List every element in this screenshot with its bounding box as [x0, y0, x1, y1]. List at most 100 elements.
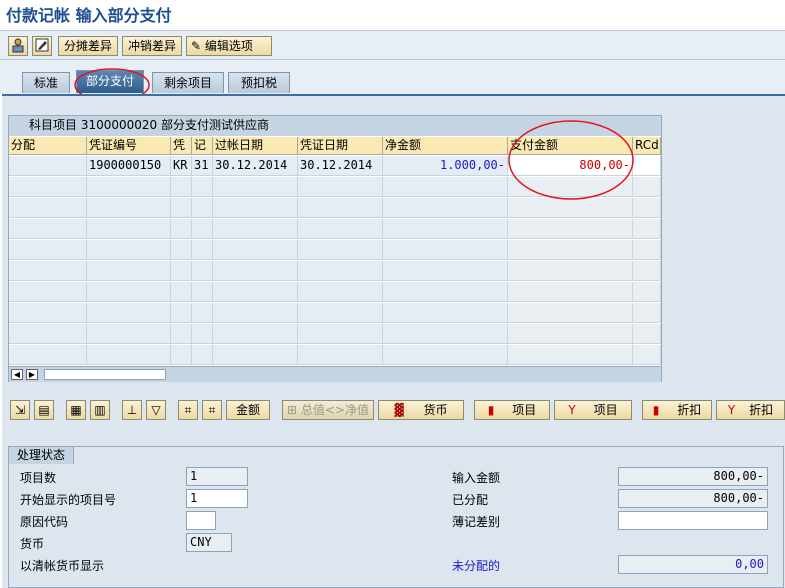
empty-cell[interactable]: [171, 303, 192, 323]
discount-button-2[interactable]: Y 折扣: [716, 400, 785, 420]
col-header-posting-key[interactable]: 记: [192, 137, 213, 155]
empty-cell[interactable]: [508, 282, 633, 302]
empty-cell[interactable]: [508, 324, 633, 344]
empty-cell[interactable]: [87, 219, 171, 239]
horizontal-scrollbar[interactable]: ◀ ▶: [9, 366, 661, 382]
find-next-button[interactable]: ⌗: [202, 400, 222, 420]
empty-cell[interactable]: [383, 282, 508, 302]
empty-cell[interactable]: [213, 261, 298, 281]
col-header-net-amount[interactable]: 净金额: [383, 137, 508, 155]
empty-cell[interactable]: [633, 324, 661, 344]
empty-cell[interactable]: [508, 240, 633, 260]
empty-cell[interactable]: [87, 345, 171, 365]
col-header-posting-date[interactable]: 过帐日期: [213, 137, 298, 155]
empty-cell[interactable]: [213, 177, 298, 197]
deactivate-button[interactable]: ▥: [90, 400, 110, 420]
empty-cell[interactable]: [298, 282, 383, 302]
cell-doc-date[interactable]: 30.12.2014: [298, 156, 383, 176]
reason-code-field[interactable]: [186, 511, 216, 530]
empty-cell[interactable]: [192, 261, 213, 281]
empty-cell[interactable]: [633, 240, 661, 260]
empty-cell[interactable]: [383, 198, 508, 218]
empty-cell[interactable]: [171, 345, 192, 365]
cell-posting-date[interactable]: 30.12.2014: [213, 156, 298, 176]
empty-cell[interactable]: [171, 240, 192, 260]
empty-cell[interactable]: [298, 303, 383, 323]
find-button[interactable]: ⌗: [178, 400, 198, 420]
scroll-thumb[interactable]: [44, 369, 166, 380]
edit-options-button[interactable]: ✎ 编辑选项: [186, 36, 272, 56]
discount-button-1[interactable]: ▮ 折扣: [642, 400, 712, 420]
empty-cell[interactable]: [298, 345, 383, 365]
empty-cell[interactable]: [192, 240, 213, 260]
col-header-doc-date[interactable]: 凭证日期: [298, 137, 383, 155]
items-button-2[interactable]: Y 项目: [554, 400, 632, 420]
detail-button[interactable]: ▤: [34, 400, 54, 420]
empty-cell[interactable]: [213, 219, 298, 239]
tab-withholding-tax[interactable]: 预扣税: [228, 72, 290, 93]
empty-cell[interactable]: [192, 177, 213, 197]
empty-cell[interactable]: [87, 177, 171, 197]
empty-cell[interactable]: [383, 261, 508, 281]
gross-net-button[interactable]: ⊞ 总值<>净值: [282, 400, 374, 420]
empty-cell[interactable]: [383, 345, 508, 365]
scroll-left-icon[interactable]: ◀: [11, 369, 23, 380]
cell-assignment[interactable]: [9, 156, 87, 176]
empty-cell[interactable]: [87, 282, 171, 302]
empty-cell[interactable]: [383, 240, 508, 260]
empty-cell[interactable]: [213, 303, 298, 323]
empty-cell[interactable]: [633, 198, 661, 218]
empty-cell[interactable]: [192, 303, 213, 323]
cell-reason-code[interactable]: [633, 156, 661, 176]
empty-cell[interactable]: [9, 261, 87, 281]
col-header-doc-type[interactable]: 凭: [171, 137, 192, 155]
empty-cell[interactable]: [298, 198, 383, 218]
empty-cell[interactable]: [171, 219, 192, 239]
edit-icon-button[interactable]: [32, 36, 52, 56]
empty-cell[interactable]: [213, 240, 298, 260]
empty-cell[interactable]: [192, 219, 213, 239]
empty-cell[interactable]: [298, 219, 383, 239]
sort-button[interactable]: ⊥: [122, 400, 142, 420]
split-difference-button[interactable]: 分摊差异: [58, 36, 118, 56]
posting-difference-field[interactable]: [618, 511, 768, 530]
empty-cell[interactable]: [9, 219, 87, 239]
reverse-difference-button[interactable]: 冲销差异: [122, 36, 182, 56]
empty-cell[interactable]: [9, 324, 87, 344]
empty-cell[interactable]: [171, 282, 192, 302]
cell-doc-number[interactable]: 1900000150: [87, 156, 171, 176]
empty-cell[interactable]: [192, 324, 213, 344]
empty-cell[interactable]: [383, 303, 508, 323]
empty-cell[interactable]: [9, 240, 87, 260]
items-button-1[interactable]: ▮ 项目: [474, 400, 550, 420]
empty-cell[interactable]: [633, 345, 661, 365]
empty-cell[interactable]: [298, 324, 383, 344]
empty-cell[interactable]: [508, 303, 633, 323]
empty-cell[interactable]: [213, 198, 298, 218]
scroll-right-icon[interactable]: ▶: [26, 369, 38, 380]
empty-cell[interactable]: [633, 303, 661, 323]
empty-cell[interactable]: [633, 177, 661, 197]
empty-cell[interactable]: [508, 219, 633, 239]
empty-cell[interactable]: [192, 282, 213, 302]
cell-net-amount[interactable]: 1.000,00-: [383, 156, 508, 176]
empty-cell[interactable]: [383, 324, 508, 344]
select-all-button[interactable]: ⇲: [10, 400, 30, 420]
empty-cell[interactable]: [298, 261, 383, 281]
empty-cell[interactable]: [633, 261, 661, 281]
filter-button[interactable]: ▽: [146, 400, 166, 420]
empty-cell[interactable]: [213, 282, 298, 302]
empty-cell[interactable]: [192, 345, 213, 365]
empty-cell[interactable]: [192, 198, 213, 218]
empty-cell[interactable]: [87, 198, 171, 218]
empty-cell[interactable]: [383, 177, 508, 197]
empty-cell[interactable]: [87, 303, 171, 323]
empty-cell[interactable]: [9, 303, 87, 323]
first-item-field[interactable]: 1: [186, 489, 248, 508]
cell-posting-key[interactable]: 31: [192, 156, 213, 176]
col-header-doc-number[interactable]: 凭证编号: [87, 137, 171, 155]
user-icon-button[interactable]: [8, 36, 28, 56]
tab-residual-items[interactable]: 剩余项目: [152, 72, 224, 93]
empty-cell[interactable]: [87, 261, 171, 281]
empty-cell[interactable]: [213, 345, 298, 365]
